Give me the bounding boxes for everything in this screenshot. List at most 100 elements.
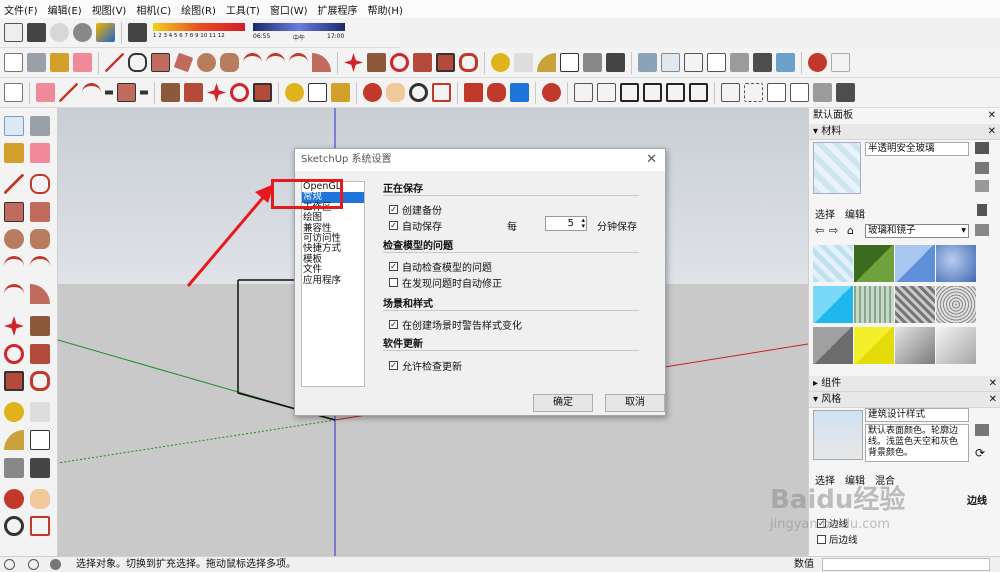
follow-me-icon[interactable] bbox=[413, 53, 432, 72]
text-icon[interactable] bbox=[560, 53, 579, 72]
info-icon[interactable] bbox=[28, 559, 39, 570]
scale-icon[interactable] bbox=[436, 53, 455, 72]
option-backup[interactable]: ✓ 创建备份 bbox=[389, 202, 442, 217]
scale-icon[interactable] bbox=[253, 83, 272, 102]
pie-icon[interactable] bbox=[312, 53, 331, 72]
line-tool-icon[interactable] bbox=[4, 174, 24, 194]
iso-view-icon[interactable] bbox=[638, 53, 657, 72]
monochrome-icon[interactable] bbox=[776, 53, 795, 72]
zoom-extents-icon[interactable] bbox=[432, 83, 451, 102]
tape-measure-icon[interactable] bbox=[285, 83, 304, 102]
left-view-icon[interactable] bbox=[689, 83, 708, 102]
paint-bucket-icon[interactable] bbox=[331, 83, 350, 102]
back-view-icon[interactable] bbox=[666, 83, 685, 102]
check-icon[interactable] bbox=[27, 23, 46, 42]
shaded-icon[interactable] bbox=[813, 83, 832, 102]
protractor-icon[interactable] bbox=[4, 430, 24, 450]
push-pull-icon[interactable] bbox=[30, 316, 50, 336]
offset-icon[interactable] bbox=[30, 371, 50, 391]
style-name-field[interactable]: 建筑设计样式 bbox=[865, 408, 969, 422]
option-auto-check[interactable]: ✓ 自动检查模型的问题 bbox=[389, 259, 492, 274]
iso-view-icon[interactable] bbox=[574, 83, 593, 102]
eyedropper-icon[interactable] bbox=[977, 204, 987, 216]
material-swatch[interactable] bbox=[813, 286, 853, 323]
share-icon[interactable] bbox=[73, 23, 92, 42]
tape-measure-icon[interactable] bbox=[491, 53, 510, 72]
rotate-icon[interactable] bbox=[4, 344, 24, 364]
eraser-icon[interactable] bbox=[73, 53, 92, 72]
arc-3pt-icon[interactable] bbox=[289, 53, 308, 72]
paint-bucket-icon[interactable] bbox=[50, 53, 69, 72]
shaded-icon[interactable] bbox=[730, 53, 749, 72]
move-icon[interactable] bbox=[344, 53, 363, 72]
orbit-icon[interactable] bbox=[4, 489, 24, 509]
pan-hand-icon[interactable] bbox=[386, 83, 405, 102]
material-tab-edit[interactable]: 编辑 bbox=[845, 206, 865, 221]
chevron-down-icon[interactable] bbox=[140, 83, 148, 102]
close-icon[interactable]: ✕ bbox=[988, 124, 996, 140]
push-pull-icon[interactable] bbox=[367, 53, 386, 72]
pan-hand-icon[interactable] bbox=[30, 489, 50, 509]
geo-location-icon[interactable] bbox=[4, 559, 15, 570]
axes-icon[interactable] bbox=[4, 458, 24, 478]
arc-2pt-icon[interactable] bbox=[30, 256, 50, 276]
menu-draw[interactable]: 绘图(R) bbox=[181, 2, 216, 17]
menu-camera[interactable]: 相机(C) bbox=[136, 2, 171, 17]
menu-extensions[interactable]: 扩展程序 bbox=[318, 2, 358, 17]
hidden-line-icon[interactable] bbox=[790, 83, 809, 102]
close-icon[interactable]: ✕ bbox=[988, 108, 996, 124]
3d-text-icon[interactable] bbox=[30, 458, 50, 478]
ruby-console-icon[interactable] bbox=[808, 53, 827, 72]
menu-window[interactable]: 窗口(W) bbox=[270, 2, 308, 17]
wireframe-icon[interactable] bbox=[707, 53, 726, 72]
option-autosave[interactable]: ✓ 自动保存 bbox=[389, 218, 442, 233]
option-warn-style[interactable]: ✓ 在创建场景时警告样式变化 bbox=[389, 317, 522, 332]
material-tab-select[interactable]: 选择 bbox=[815, 206, 835, 221]
menu-tools[interactable]: 工具(T) bbox=[226, 2, 260, 17]
shadow-toggle-icon[interactable] bbox=[128, 23, 147, 42]
zoom-extents-icon[interactable] bbox=[30, 516, 50, 536]
user-icon[interactable] bbox=[50, 559, 61, 570]
shaded-textures-icon[interactable] bbox=[753, 53, 772, 72]
model-info-icon[interactable] bbox=[4, 23, 23, 42]
text-icon[interactable] bbox=[308, 83, 327, 102]
checkbox-checked[interactable]: ✓ bbox=[389, 262, 398, 271]
freehand-icon[interactable] bbox=[30, 174, 50, 194]
orbit-icon[interactable] bbox=[363, 83, 382, 102]
material-library-select[interactable]: 玻璃和镜子 ▾ bbox=[865, 224, 969, 238]
menu-help[interactable]: 帮助(H) bbox=[368, 2, 403, 17]
material-swatch[interactable] bbox=[813, 245, 853, 282]
paint-bucket-icon[interactable] bbox=[975, 180, 989, 192]
text-icon[interactable] bbox=[30, 430, 50, 450]
material-swatch[interactable] bbox=[854, 286, 894, 323]
material-swatch[interactable] bbox=[895, 327, 935, 364]
cancel-button[interactable]: 取消 bbox=[605, 394, 665, 412]
offset-icon[interactable] bbox=[459, 53, 478, 72]
rectangle-icon[interactable] bbox=[117, 83, 136, 102]
zoom-icon[interactable] bbox=[4, 516, 24, 536]
right-view-icon[interactable] bbox=[643, 83, 662, 102]
arc-dropdown-icon[interactable] bbox=[82, 83, 101, 102]
back-arrow-icon[interactable]: ⇦ bbox=[815, 224, 824, 237]
make-component-icon[interactable] bbox=[30, 116, 50, 136]
move-icon[interactable] bbox=[4, 316, 24, 336]
arc-2pt-icon[interactable] bbox=[266, 53, 285, 72]
3d-text-icon[interactable] bbox=[606, 53, 625, 72]
checkbox-checked[interactable]: ✓ bbox=[389, 205, 398, 214]
measurements-input[interactable] bbox=[822, 558, 990, 571]
component-warehouse-icon[interactable] bbox=[487, 83, 506, 102]
shadow-month-slider[interactable]: 1 2 3 4 5 6 7 8 9 10 11 12 bbox=[151, 21, 247, 45]
move-icon[interactable] bbox=[207, 83, 226, 102]
materials-header[interactable]: ▾ 材料 ✕ bbox=[809, 124, 1000, 140]
option-allow-update[interactable]: ✓ 允许检查更新 bbox=[389, 358, 462, 373]
select-arrow-icon[interactable] bbox=[4, 116, 24, 136]
arc-icon[interactable] bbox=[243, 53, 262, 72]
sample-paint-icon[interactable] bbox=[975, 162, 989, 174]
xray-icon[interactable] bbox=[684, 53, 703, 72]
pie-icon[interactable] bbox=[30, 284, 50, 304]
rotated-rectangle-icon[interactable] bbox=[173, 52, 194, 73]
ok-button[interactable]: 确定 bbox=[533, 394, 593, 412]
follow-me-icon[interactable] bbox=[184, 83, 203, 102]
xray-icon[interactable] bbox=[721, 83, 740, 102]
menu-edit[interactable]: 编辑(E) bbox=[48, 2, 82, 17]
